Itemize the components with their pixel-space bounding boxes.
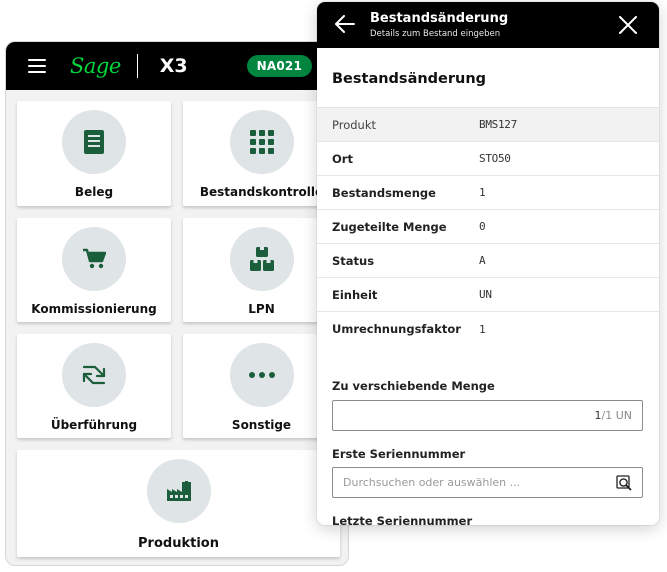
sage-logo: Sage [70, 54, 121, 78]
stock-change-screen: Bestandsänderung Details zum Bestand ein… [317, 2, 659, 525]
quantity-unit: /1 UN [601, 409, 632, 422]
header-title: Bestandsänderung [370, 11, 509, 26]
product-name: X3 [159, 55, 188, 77]
stacked-boxes-icon [249, 247, 274, 271]
row-label: Einheit [332, 287, 378, 302]
lookup-search-icon[interactable] [616, 474, 632, 491]
row-label: Umrechnungsfaktor [332, 322, 461, 336]
logo-divider [136, 54, 138, 78]
tile-produktion[interactable]: Produktion [17, 450, 340, 557]
tile-label: Beleg [74, 185, 114, 199]
quantity-field-label: Zu verschiebende Menge [332, 379, 495, 393]
row-value: 0 [479, 220, 486, 233]
tile-kommissionierung[interactable]: Kommissionierung [17, 218, 171, 322]
detail-row-einheit: Einheit UN [317, 278, 659, 312]
back-arrow-icon[interactable] [335, 15, 355, 33]
detail-row-produkt: Produkt BMS127 [317, 108, 659, 142]
tile-icon-circle [229, 110, 294, 174]
tile-icon-circle [146, 459, 211, 523]
detail-row-status: Status A [317, 244, 659, 278]
row-value: 1 [479, 186, 486, 199]
tile-label: Bestandskontrolle [199, 185, 324, 199]
row-label: Bestandsmenge [332, 185, 436, 200]
transfer-arrows-icon [82, 365, 106, 385]
tile-label: Sonstige [231, 418, 292, 432]
tile-icon-circle [62, 343, 126, 407]
menu-header: Sage X3 NA021 [6, 42, 348, 90]
row-value: BMS127 [479, 118, 517, 131]
first-serial-placeholder: Durchsuchen oder auswählen ... [343, 476, 521, 489]
tile-label: Produktion [138, 536, 219, 551]
close-icon[interactable] [619, 16, 637, 34]
tile-label: Kommissionierung [31, 302, 157, 316]
last-serial-label: Letzte Seriennummer [332, 514, 473, 525]
header-subtitle: Details zum Bestand eingeben [370, 29, 501, 39]
tile-icon-circle [229, 343, 294, 407]
section-title: Bestandsänderung [332, 71, 487, 87]
factory-icon [166, 481, 191, 501]
hamburger-menu-icon[interactable] [28, 59, 46, 73]
detail-header: Bestandsänderung Details zum Bestand ein… [317, 2, 659, 48]
tile-beleg[interactable]: Beleg [17, 101, 171, 206]
cart-icon [83, 248, 106, 269]
tile-label: Überführung [50, 418, 138, 432]
menu-screen: Sage X3 NA021 Beleg Bestandskontrolle Ko… [5, 41, 349, 566]
document-icon [84, 130, 104, 154]
detail-row-ort: Ort STO50 [317, 142, 659, 176]
row-value: 1 [479, 322, 486, 336]
tile-icon-circle [62, 227, 126, 291]
stock-detail-list: Produkt BMS127 Ort STO50 Bestandsmenge 1… [317, 107, 659, 346]
row-label: Status [332, 253, 375, 268]
tile-ueberfuehrung[interactable]: Überführung [17, 334, 171, 438]
more-dots-icon [248, 372, 275, 378]
tile-label: LPN [248, 302, 275, 316]
row-value: STO50 [479, 152, 511, 165]
grid-icon [249, 130, 274, 154]
tile-icon-circle [62, 110, 126, 174]
detail-row-bestandsmenge: Bestandsmenge 1 [317, 176, 659, 210]
first-serial-input[interactable]: Durchsuchen oder auswählen ... [332, 467, 643, 498]
row-value: UN [479, 288, 492, 301]
row-label: Ort [332, 151, 353, 166]
first-serial-label: Erste Seriennummer [332, 447, 466, 461]
quantity-value: 1 [594, 409, 602, 422]
row-label: Produkt [332, 117, 377, 132]
site-badge[interactable]: NA021 [246, 55, 312, 77]
row-label: Zugeteilte Menge [332, 219, 447, 234]
row-value: A [479, 254, 486, 267]
tile-icon-circle [229, 227, 294, 291]
detail-row-umrechnungsfaktor: Umrechnungsfaktor 1 [317, 312, 659, 346]
quantity-input[interactable]: 1/1 UN [332, 400, 643, 431]
detail-row-zugeteilte-menge: Zugeteilte Menge 0 [317, 210, 659, 244]
